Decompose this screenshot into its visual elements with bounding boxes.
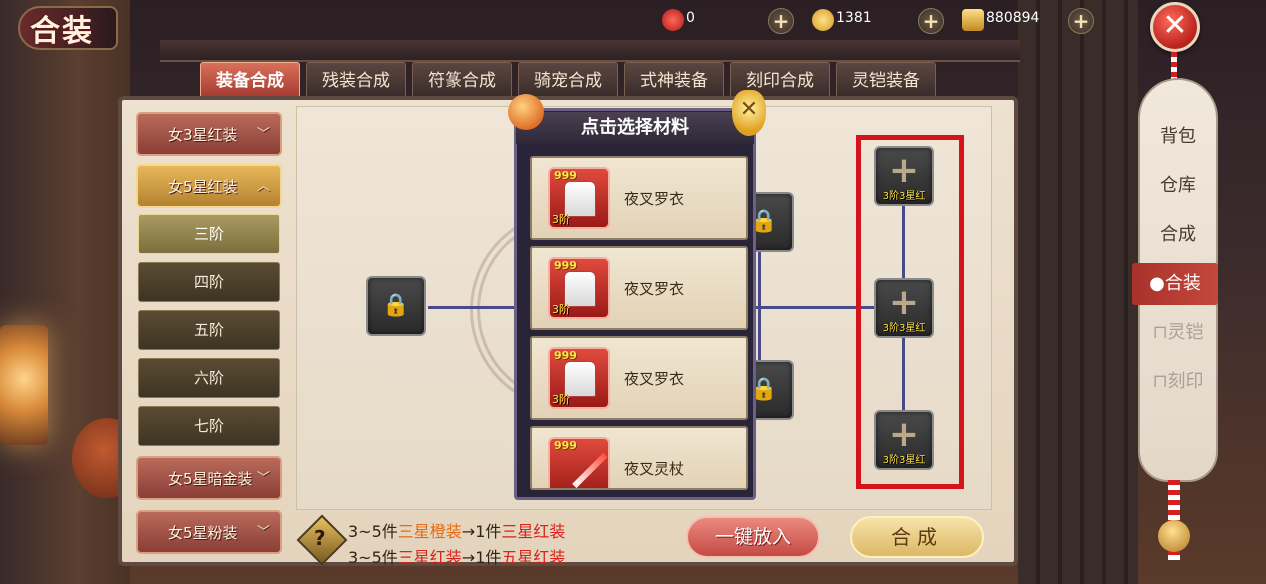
category-label: 女5星红装 bbox=[168, 178, 238, 196]
lock-icon: 🔒 bbox=[382, 293, 410, 318]
item-quantity: 999 bbox=[554, 259, 577, 272]
sidebar-item-bag[interactable]: 背包 bbox=[1138, 116, 1218, 158]
lantern-decoration bbox=[0, 325, 48, 445]
tier-item-4[interactable]: 四阶 bbox=[138, 262, 280, 302]
page-title: 合装 bbox=[30, 14, 94, 49]
hint-target: 五星红装 bbox=[501, 548, 566, 567]
red-orb-count: 0 bbox=[686, 10, 695, 26]
item-quantity: 999 bbox=[554, 349, 577, 362]
material-item[interactable]: 999 3阶 夜叉罗衣 bbox=[530, 156, 748, 240]
orb-decoration bbox=[508, 94, 544, 130]
coin-stack-icon bbox=[962, 9, 984, 31]
active-dot-icon: ● bbox=[1149, 273, 1165, 294]
tier-item-3[interactable]: 三阶 bbox=[138, 214, 280, 254]
tab-fragment-combine[interactable]: 残装合成 bbox=[306, 62, 406, 98]
item-tier: 3阶 bbox=[552, 213, 570, 226]
robe-icon: 999 3阶 bbox=[548, 257, 610, 319]
tab-talisman-combine[interactable]: 符篆合成 bbox=[412, 62, 512, 98]
connector-line bbox=[428, 306, 518, 309]
add-red-orb-button[interactable]: + bbox=[768, 8, 794, 34]
tier-item-5[interactable]: 五阶 bbox=[138, 310, 280, 350]
item-quantity: 999 bbox=[554, 169, 577, 182]
hint-arrow: →1件 bbox=[461, 548, 502, 567]
chevron-down-icon: ﹀ bbox=[256, 525, 270, 540]
popup-close-button[interactable]: ✕ bbox=[732, 90, 766, 136]
item-name: 夜叉罗衣 bbox=[624, 280, 685, 298]
hint-count: 3~5件 bbox=[348, 522, 398, 541]
hint-target: 三星红装 bbox=[501, 522, 566, 541]
category-label: 女5星暗金装 bbox=[168, 470, 253, 488]
recipe-hint-1: 3~5件三星橙装→1件三星红装 bbox=[348, 518, 565, 542]
category-female-5star-red[interactable]: 女5星红装 ︿ bbox=[136, 164, 282, 208]
combine-button[interactable]: 合成 bbox=[850, 516, 984, 558]
gold-ingot-icon bbox=[812, 9, 834, 31]
hint-source: 三星红装 bbox=[397, 548, 462, 567]
item-quantity: 999 bbox=[554, 439, 577, 452]
tier-item-6[interactable]: 六阶 bbox=[138, 358, 280, 398]
tab-spirit-armor-equipment[interactable]: 灵铠装备 bbox=[836, 62, 936, 98]
tier-item-7[interactable]: 七阶 bbox=[138, 406, 280, 446]
material-item[interactable]: 999 3阶 夜叉罗衣 bbox=[530, 246, 748, 330]
chevron-up-icon: ︿ bbox=[256, 179, 270, 194]
category-label: 女5星粉装 bbox=[168, 524, 238, 542]
lock-icon: ⊓ bbox=[1152, 371, 1168, 392]
close-button[interactable]: ✕ bbox=[1150, 2, 1200, 52]
staff-icon: 999 bbox=[548, 437, 610, 488]
item-tier: 3阶 bbox=[552, 393, 570, 406]
add-gold-ingot-button[interactable]: + bbox=[918, 8, 944, 34]
robe-icon: 999 3阶 bbox=[548, 167, 610, 229]
item-name: 夜叉罗衣 bbox=[624, 190, 685, 208]
red-orb-icon bbox=[662, 9, 684, 31]
sidebar-item-spirit-armor[interactable]: ⊓灵铠 bbox=[1138, 312, 1218, 354]
sidebar-item-combine-equipment[interactable]: ●合装 bbox=[1132, 263, 1218, 305]
category-female-5star-darkgold[interactable]: 女5星暗金装 ﹀ bbox=[136, 456, 282, 500]
popup-title: 点击选择材料 bbox=[516, 112, 754, 144]
tab-strip-background bbox=[160, 40, 1020, 62]
question-mark-icon: ? bbox=[314, 526, 326, 550]
chevron-down-icon: ﹀ bbox=[256, 127, 270, 142]
item-tier: 3阶 bbox=[552, 303, 570, 316]
sidebar-item-label: 合装 bbox=[1164, 273, 1201, 294]
category-female-5star-pink[interactable]: 女5星粉装 ﹀ bbox=[136, 510, 282, 554]
coin-count: 880894 bbox=[986, 10, 1040, 26]
material-item[interactable]: 999 3阶 夜叉罗衣 bbox=[530, 336, 748, 420]
bell-icon bbox=[1158, 520, 1190, 552]
add-coins-button[interactable]: + bbox=[1068, 8, 1094, 34]
tab-equipment-combine[interactable]: 装备合成 bbox=[200, 62, 300, 98]
chevron-down-icon: ﹀ bbox=[256, 471, 270, 486]
one-click-fill-button[interactable]: 一键放入 bbox=[686, 516, 820, 558]
category-female-3star-red[interactable]: 女3星红装 ﹀ bbox=[136, 112, 282, 156]
hint-source: 三星橙装 bbox=[397, 522, 462, 541]
robe-icon: 999 3阶 bbox=[548, 347, 610, 409]
gold-ingot-count: 1381 bbox=[836, 10, 872, 26]
sidebar-item-warehouse[interactable]: 仓库 bbox=[1138, 165, 1218, 207]
result-slot-locked[interactable]: 🔒 bbox=[366, 276, 426, 336]
item-name: 夜叉罗衣 bbox=[624, 370, 685, 388]
sidebar-item-label: 灵铠 bbox=[1167, 322, 1204, 343]
item-name: 夜叉灵杖 bbox=[624, 460, 685, 478]
background-right bbox=[1018, 0, 1138, 584]
recipe-hint-2: 3~5件三星红装→1件五星红装 bbox=[348, 544, 565, 568]
highlight-frame bbox=[856, 135, 964, 489]
staff-shape bbox=[572, 452, 608, 488]
hint-arrow: →1件 bbox=[461, 522, 502, 541]
tab-shikigami-equipment[interactable]: 式神装备 bbox=[624, 62, 724, 98]
material-item[interactable]: 999 夜叉灵杖 bbox=[530, 426, 748, 490]
lock-icon: ⊓ bbox=[1152, 322, 1168, 343]
sidebar-item-engrave[interactable]: ⊓刻印 bbox=[1138, 361, 1218, 403]
sidebar-item-synthesis[interactable]: 合成 bbox=[1138, 214, 1218, 256]
hint-count: 3~5件 bbox=[348, 548, 398, 567]
tab-mount-combine[interactable]: 骑宠合成 bbox=[518, 62, 618, 98]
category-label: 女3星红装 bbox=[168, 126, 238, 144]
sidebar-item-label: 刻印 bbox=[1167, 371, 1204, 392]
